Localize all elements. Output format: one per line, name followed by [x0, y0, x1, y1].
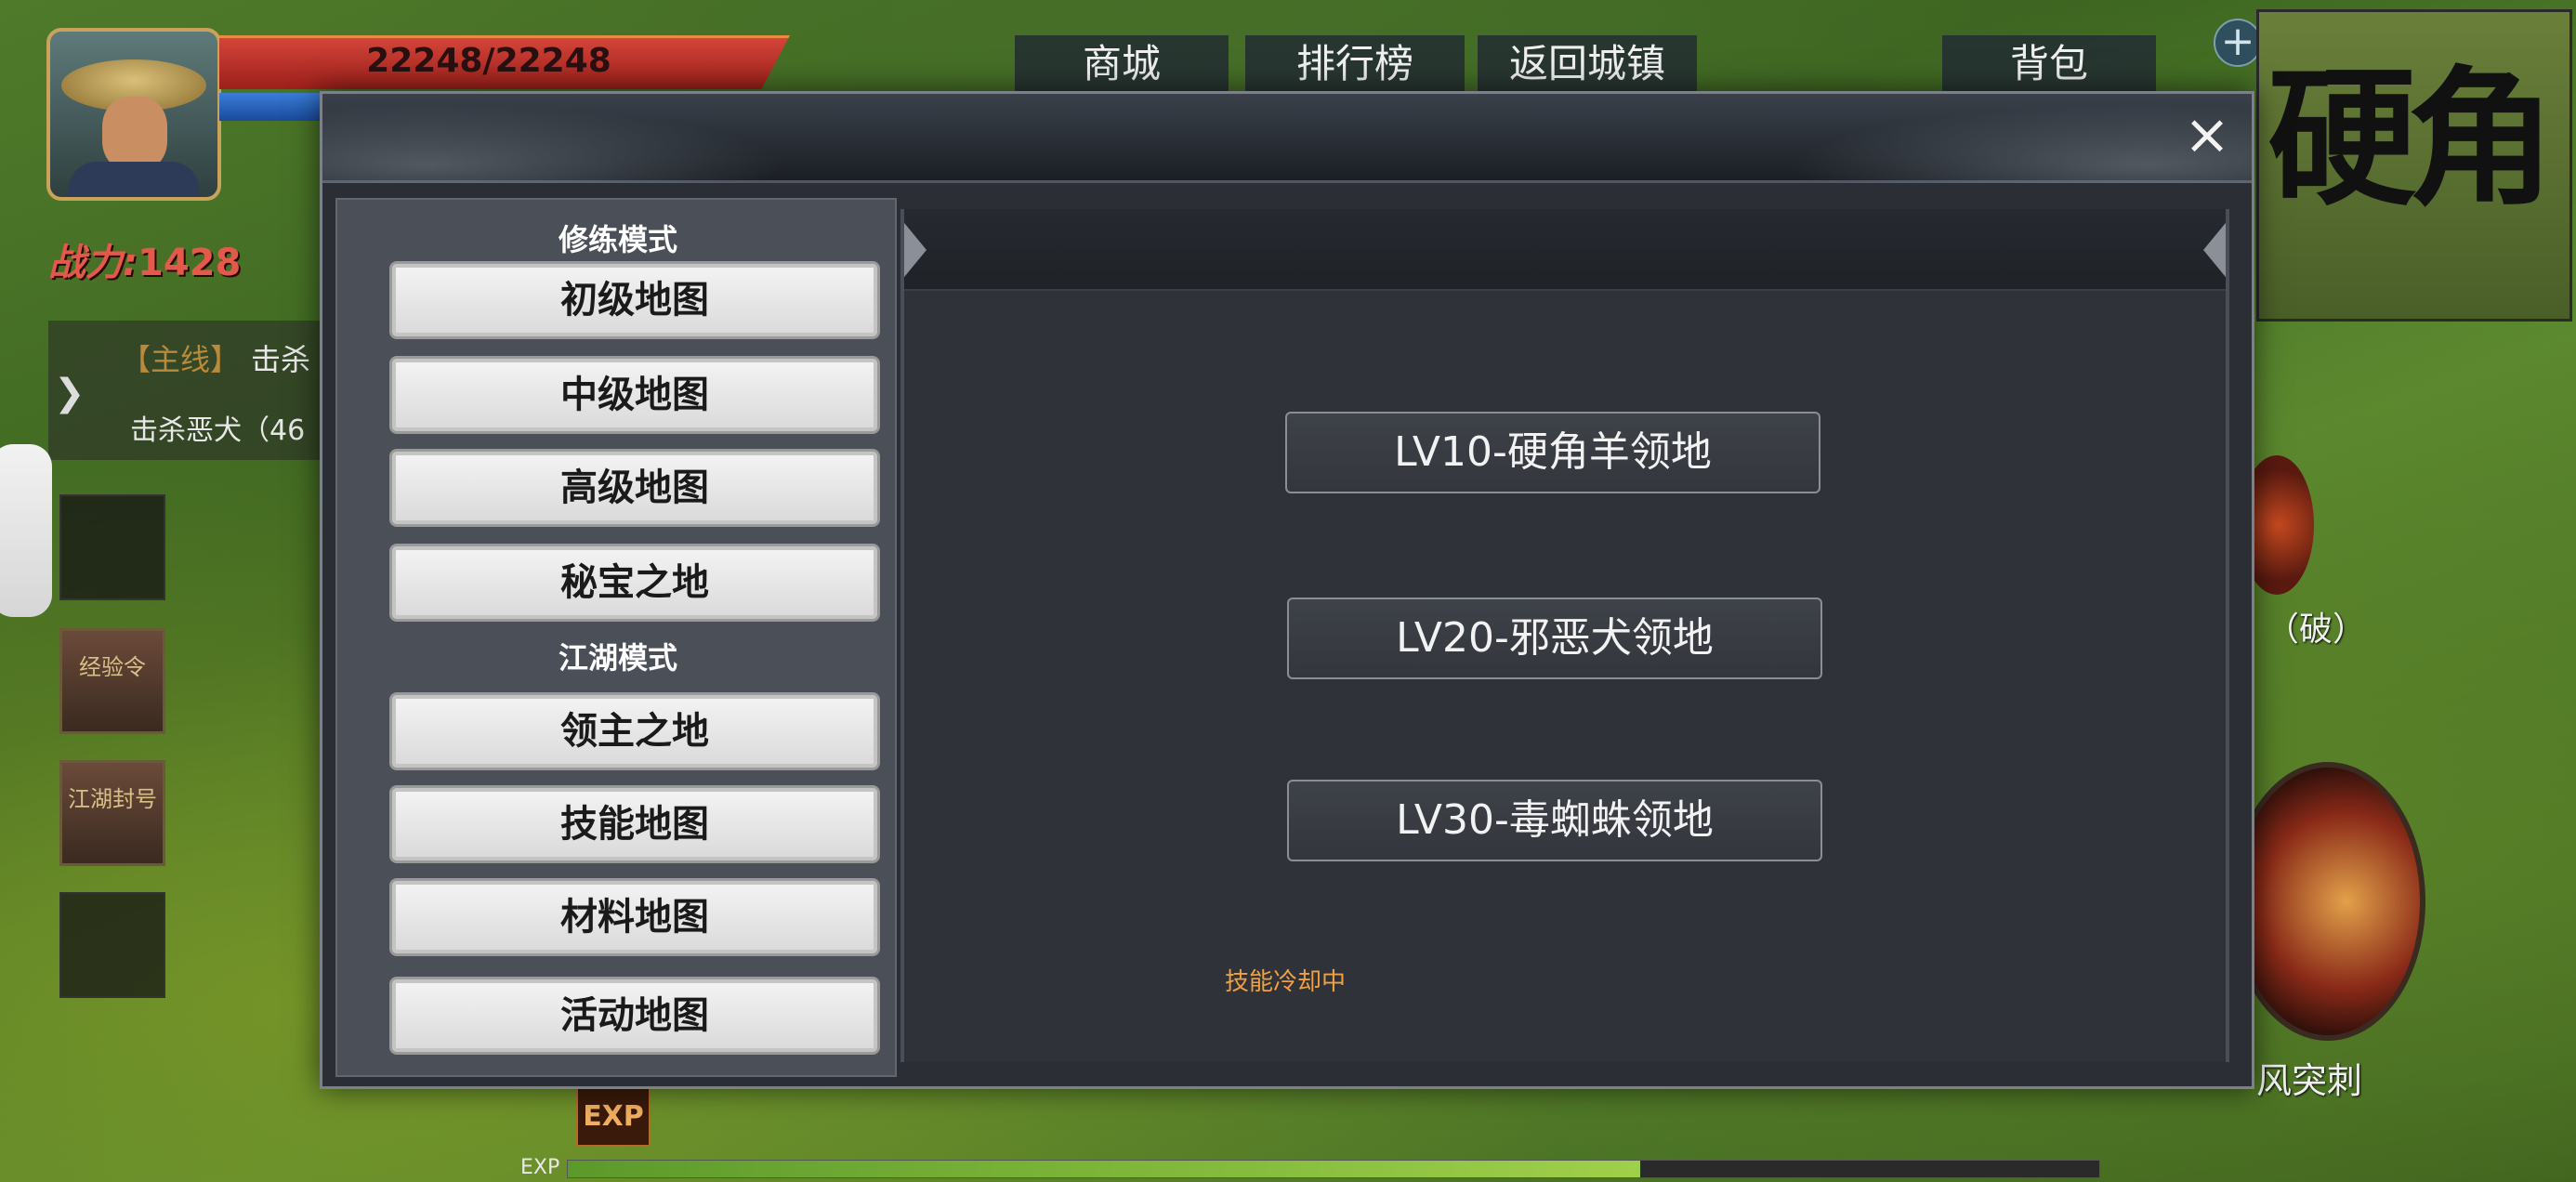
return-town-button[interactable]: 返回城镇 — [1478, 35, 1697, 93]
skill-label-break: （破） — [2266, 611, 2367, 649]
map-category-panel: 修练模式 初级地图 中级地图 高级地图 秘宝之地 江湖模式 领主之地 技能地图 … — [335, 198, 897, 1077]
advanced-map-button[interactable]: 高级地图 — [389, 449, 880, 527]
quest-objective: 击杀 — [251, 342, 311, 377]
expand-plus-icon[interactable]: + — [2214, 19, 2262, 67]
close-icon[interactable]: × — [2181, 107, 2233, 163]
secret-treasure-button[interactable]: 秘宝之地 — [389, 544, 880, 622]
intermediate-map-button[interactable]: 中级地图 — [389, 356, 880, 434]
section-title-jianghu: 江湖模式 — [558, 640, 677, 676]
item-slot-label: 经验令 — [79, 654, 146, 680]
item-slot-exp-token[interactable]: 经验令 — [59, 628, 165, 734]
exp-boost-icon[interactable]: EXP — [576, 1087, 651, 1147]
header-ornament — [1731, 94, 2252, 183]
territory-list-area: LV10-硬角羊领地 LV20-邪恶犬领地 LV30-毒蜘蛛领地 — [900, 209, 2229, 1062]
divider — [2226, 209, 2229, 1062]
shop-button[interactable]: 商城 — [1015, 35, 1229, 93]
item-slot-label: 江湖封号 — [68, 786, 157, 812]
divider — [900, 209, 904, 1062]
combat-power-value: 1428 — [138, 242, 242, 284]
content-header — [900, 209, 2229, 291]
map-select-dialog: × 修练模式 初级地图 中级地图 高级地图 秘宝之地 江湖模式 领主之地 技能地… — [320, 91, 2254, 1089]
portrait-body — [69, 162, 199, 197]
skill-map-button[interactable]: 技能地图 — [389, 785, 880, 863]
quest-tag: 【主线】 — [121, 342, 241, 377]
ornament-left-icon — [900, 218, 927, 282]
lord-land-button[interactable]: 领主之地 — [389, 692, 880, 770]
minimap-location-text: 硬角 — [2267, 52, 2556, 226]
portrait-face — [102, 97, 167, 171]
hp-text: 22248/22248 — [366, 42, 611, 80]
event-map-button[interactable]: 活动地图 — [389, 977, 880, 1055]
skill-button-wind-thrust[interactable] — [2230, 762, 2425, 1041]
combat-power-label: 战力: — [48, 242, 138, 284]
empty-slot[interactable] — [59, 494, 165, 600]
dialog-header — [322, 94, 2252, 183]
quest-progress: 击杀恶犬（46 — [130, 414, 306, 447]
exp-bar — [567, 1160, 2100, 1178]
backpack-button[interactable]: 背包 — [1942, 35, 2156, 93]
header-ornament — [322, 94, 843, 183]
section-title-training: 修练模式 — [558, 222, 677, 257]
territory-lv30-button[interactable]: LV30-毒蜘蛛领地 — [1287, 780, 1822, 861]
skill-cooldown-status: 技能冷却中 — [1225, 968, 1347, 996]
exp-bar-fill — [568, 1161, 1640, 1177]
quest-expand-icon[interactable]: ❯ — [54, 372, 85, 414]
beginner-map-button[interactable]: 初级地图 — [389, 261, 880, 339]
floating-app-icon[interactable] — [0, 444, 52, 617]
combat-power: 战力:1428 — [48, 232, 241, 286]
exp-label: EXP — [520, 1156, 560, 1179]
item-slot-title[interactable]: 江湖封号 — [59, 760, 165, 866]
territory-lv10-button[interactable]: LV10-硬角羊领地 — [1285, 412, 1820, 493]
skill-label-wind-thrust: 风突刺 — [2256, 1060, 2363, 1101]
territory-lv20-button[interactable]: LV20-邪恶犬领地 — [1287, 598, 1822, 679]
empty-slot[interactable] — [59, 892, 165, 998]
material-map-button[interactable]: 材料地图 — [389, 878, 880, 956]
mp-bar — [219, 93, 331, 121]
player-portrait[interactable] — [46, 28, 221, 201]
leaderboard-button[interactable]: 排行榜 — [1245, 35, 1465, 93]
